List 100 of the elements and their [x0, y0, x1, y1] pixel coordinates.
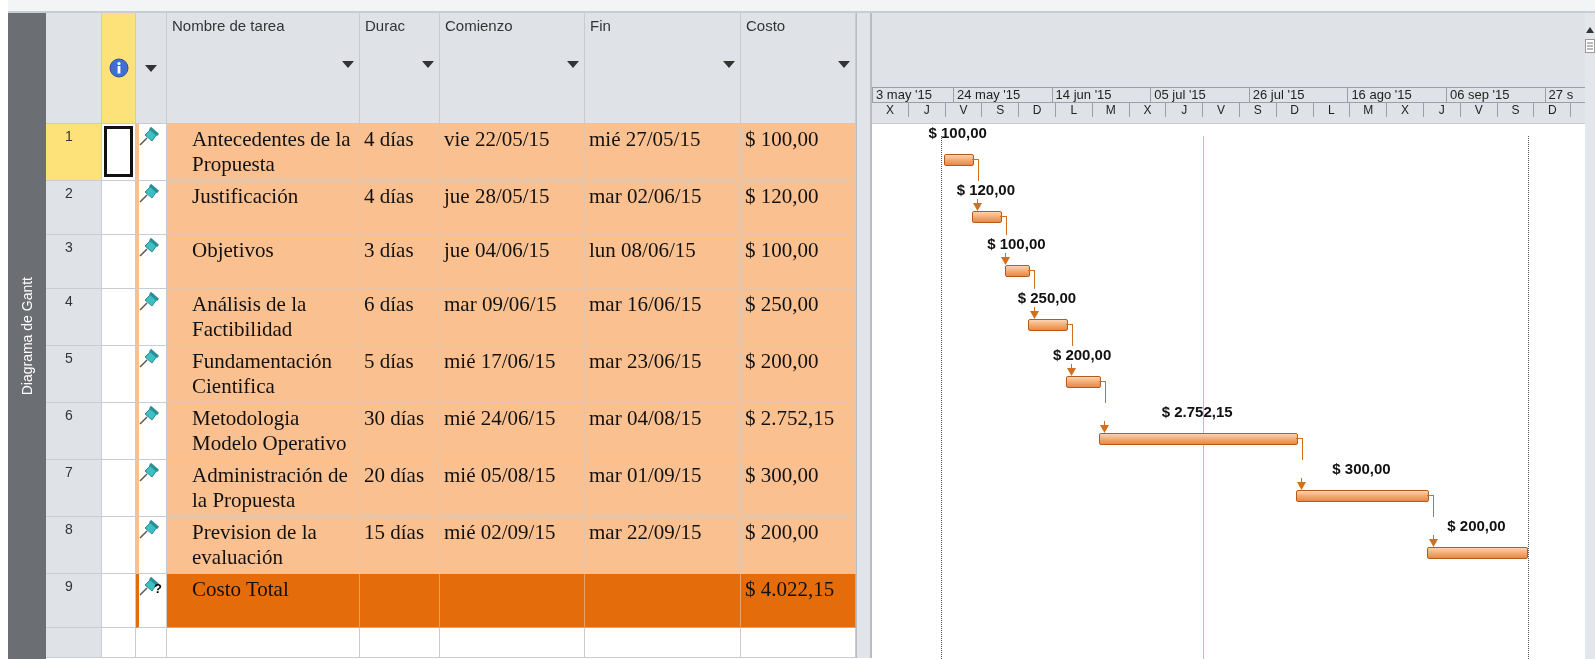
dropdown-caret-icon[interactable]: [838, 61, 850, 68]
dropdown-caret-icon[interactable]: [342, 61, 354, 68]
row-number-cell[interactable]: 7: [46, 460, 102, 517]
link-line: [1295, 438, 1303, 460]
task-name-cell: Fundamentación Cientifica: [167, 346, 360, 403]
timescale-major-label: 06 sep '15: [1445, 88, 1545, 102]
row-number-cell[interactable]: 1: [46, 124, 102, 181]
start-cell: mar 09/06/15: [440, 289, 585, 346]
pushpin-icon: [139, 462, 161, 482]
pushpin-icon: [139, 291, 161, 311]
link-arrow: [1428, 535, 1438, 547]
row-number-cell[interactable]: 5: [46, 346, 102, 403]
timescale-major-label: 26 jul '15: [1248, 88, 1348, 102]
duration-cell: 30 días: [360, 403, 440, 460]
timescale-minor-label: J: [908, 103, 946, 117]
mode-mark: ?: [154, 581, 162, 596]
timescale-minor-label: M: [1092, 103, 1130, 117]
duration-cell: 20 días: [360, 460, 440, 517]
duration-cell: 6 días: [360, 289, 440, 346]
column-header[interactable]: Comienzo: [440, 13, 585, 124]
task-name-cell: Objetivos: [167, 235, 360, 289]
link-line: [1065, 324, 1073, 346]
timescale-minor-label: D: [1534, 103, 1572, 117]
dropdown-caret-icon[interactable]: [422, 61, 434, 68]
pushpin-icon: [139, 405, 161, 425]
task-bar[interactable]: [1098, 433, 1298, 445]
bar-cost-label: $ 2.752,15: [1161, 403, 1233, 420]
task-name-cell: Justificación: [167, 181, 360, 235]
start-cell: mié 05/08/15: [440, 460, 585, 517]
timescale-minor-label: M: [1350, 103, 1388, 117]
timescale-minor-label: J: [1166, 103, 1204, 117]
task-bar[interactable]: [1427, 547, 1528, 559]
duration-cell: 15 días: [360, 517, 440, 574]
bar-cost-label: $ 100,00: [987, 235, 1046, 252]
cost-cell: $ 100,00: [741, 235, 856, 289]
pushpin-icon: [139, 348, 161, 368]
cost-cell: $ 120,00: [741, 181, 856, 235]
bar-cost-label: $ 300,00: [1332, 460, 1391, 477]
row-number-cell[interactable]: 8: [46, 517, 102, 574]
timescale-minor-label: X: [1129, 103, 1167, 117]
dropdown-caret-icon[interactable]: [567, 61, 579, 68]
duration-cell: 4 días: [360, 124, 440, 181]
timescale-major-label: 05 jul '15: [1150, 88, 1249, 102]
row-number-cell[interactable]: 4: [46, 289, 102, 346]
timescale-minor-label: D: [1019, 103, 1056, 117]
finish-cell: mar 22/09/15: [585, 517, 741, 574]
column-title: Fin: [590, 17, 612, 34]
scroll-bar[interactable]: [1585, 13, 1595, 659]
finish-cell: lun 08/06/15: [585, 235, 741, 289]
pushpin-icon: [139, 237, 161, 257]
finish-cell: mar 04/08/15: [585, 403, 741, 460]
dropdown-caret-icon[interactable]: [145, 65, 157, 72]
bar-cost-label: $ 100,00: [928, 124, 987, 141]
column-header[interactable]: Nombre de tarea: [167, 13, 360, 124]
timescale-minor-label: S: [1497, 103, 1535, 117]
cost-cell: $ 300,00: [741, 460, 856, 517]
column-title: Nombre de tarea: [172, 17, 286, 34]
scroll-up-icon[interactable]: [1586, 27, 1594, 33]
finish-cell: mar 01/09/15: [585, 460, 741, 517]
task-name-cell: Antecedentes de la Propuesta: [167, 124, 360, 181]
timescale-minor-label: J: [1423, 103, 1461, 117]
row-number-cell[interactable]: 9: [46, 574, 102, 628]
task-name-cell: Metodologia Modelo Operativo: [167, 403, 360, 460]
task-bar[interactable]: [943, 154, 974, 166]
column-header[interactable]: Fin: [585, 13, 741, 124]
bar-cost-label: $ 200,00: [1447, 517, 1506, 534]
row-number-cell[interactable]: 6: [46, 403, 102, 460]
timescale-minor-label: V: [1203, 103, 1240, 117]
row-number: 2: [65, 185, 73, 201]
task-name-cell: Prevision de la evaluación: [167, 517, 360, 574]
task-bar[interactable]: [1004, 265, 1031, 277]
finish-cell: mar 23/06/15: [585, 346, 741, 403]
bar-cost-label: $ 250,00: [1017, 289, 1077, 306]
duration-cell: 5 días: [360, 346, 440, 403]
task-bar[interactable]: [1295, 490, 1430, 502]
task-bar[interactable]: [1065, 376, 1101, 388]
cost-cell: $ 200,00: [741, 346, 856, 403]
duration-cell: 3 días: [360, 235, 440, 289]
timescale-minor-label: X: [1387, 103, 1424, 117]
menu-icon[interactable]: [1585, 39, 1595, 53]
timescale-major-label: 16 ago '15: [1347, 88, 1446, 102]
row-number: 8: [65, 521, 73, 537]
timescale-major-label: 14 jun '15: [1051, 88, 1151, 102]
task-bar[interactable]: [971, 211, 1002, 223]
info-icon: [108, 58, 129, 78]
column-header[interactable]: Durac: [360, 13, 440, 124]
column-header[interactable]: Costo: [741, 13, 856, 124]
row-number: 7: [65, 464, 73, 480]
link-line: [971, 159, 979, 181]
timescale-minor-label: S: [982, 103, 1020, 117]
row-number-cell[interactable]: 3: [46, 235, 102, 289]
row-number: 4: [65, 293, 73, 309]
start-cell: jue 04/06/15: [440, 235, 585, 289]
task-bar[interactable]: [1028, 319, 1068, 331]
start-cell: mié 02/09/15: [440, 517, 585, 574]
timescale-major-label: 24 may '15: [953, 88, 1052, 102]
link-arrow: [1029, 307, 1039, 319]
dropdown-caret-icon[interactable]: [723, 61, 735, 68]
cost-cell: $ 4.022,15: [741, 574, 856, 628]
row-number-cell[interactable]: 2: [46, 181, 102, 235]
